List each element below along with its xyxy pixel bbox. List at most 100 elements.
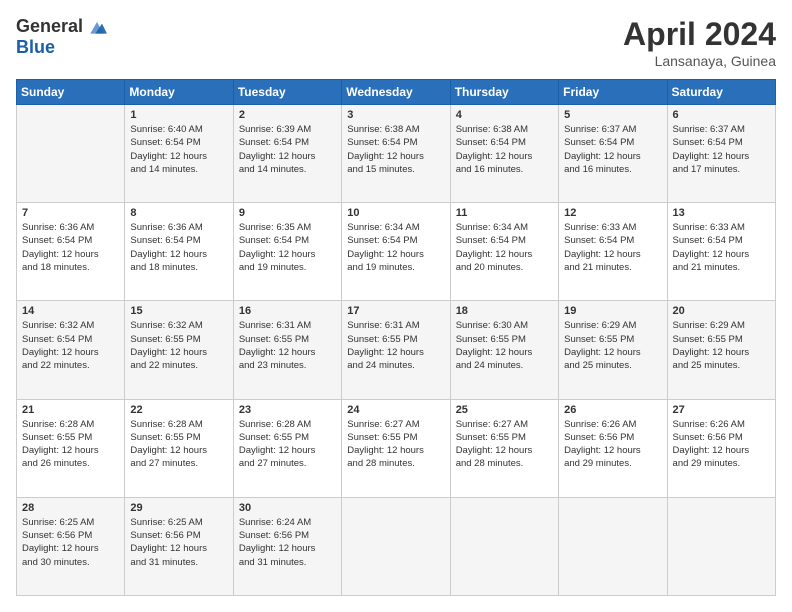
weekday-header-row: Sunday Monday Tuesday Wednesday Thursday… bbox=[17, 80, 776, 105]
table-row: 29 Sunrise: 6:25 AM Sunset: 6:56 PM Dayli… bbox=[125, 497, 233, 595]
header-thursday: Thursday bbox=[450, 80, 558, 105]
table-row: 7 Sunrise: 6:36 AM Sunset: 6:54 PM Daylig… bbox=[17, 203, 125, 301]
day-number: 25 bbox=[456, 404, 553, 416]
table-row: 17 Sunrise: 6:31 AM Sunset: 6:55 PM Dayli… bbox=[342, 301, 450, 399]
day-number: 6 bbox=[673, 109, 770, 121]
table-row: 1 Sunrise: 6:40 AM Sunset: 6:54 PM Daylig… bbox=[125, 105, 233, 203]
table-row: 2Sunrise: 6:39 AM Sunset: 6:54 PM Daylig… bbox=[233, 105, 341, 203]
table-row: 24Sunrise: 6:27 AM Sunset: 6:55 PM Dayli… bbox=[342, 399, 450, 497]
calendar-week-row: 7 Sunrise: 6:36 AM Sunset: 6:54 PM Daylig… bbox=[17, 203, 776, 301]
table-row: 4Sunrise: 6:38 AM Sunset: 6:54 PM Daylig… bbox=[450, 105, 558, 203]
table-row: 15Sunrise: 6:32 AM Sunset: 6:55 PM Dayli… bbox=[125, 301, 233, 399]
day-info: Sunrise: 6:38 AM Sunset: 6:54 PM Dayligh… bbox=[347, 123, 444, 176]
calendar-week-row: 1 Sunrise: 6:40 AM Sunset: 6:54 PM Daylig… bbox=[17, 105, 776, 203]
table-row: 11 Sunrise: 6:34 AM Sunset: 6:54 PM Dayli… bbox=[450, 203, 558, 301]
day-number: 24 bbox=[347, 404, 444, 416]
header-sunday: Sunday bbox=[17, 80, 125, 105]
day-info: Sunrise: 6:32 AM Sunset: 6:54 PM Dayligh… bbox=[22, 319, 119, 372]
table-row: 25 Sunrise: 6:27 AM Sunset: 6:55 PM Dayli… bbox=[450, 399, 558, 497]
day-number: 30 bbox=[239, 502, 336, 514]
day-number: 2 bbox=[239, 109, 336, 121]
day-info: Sunrise: 6:28 AM Sunset: 6:55 PM Dayligh… bbox=[22, 418, 119, 471]
day-info: Sunrise: 6:28 AM Sunset: 6:55 PM Dayligh… bbox=[239, 418, 336, 471]
day-info: Sunrise: 6:34 AM Sunset: 6:54 PM Dayligh… bbox=[456, 221, 553, 274]
day-number: 22 bbox=[130, 404, 227, 416]
day-info: Sunrise: 6:27 AM Sunset: 6:55 PM Dayligh… bbox=[456, 418, 553, 471]
table-row: 19 Sunrise: 6:29 AM Sunset: 6:55 PM Dayli… bbox=[559, 301, 667, 399]
day-number: 9 bbox=[239, 207, 336, 219]
day-number: 14 bbox=[22, 305, 119, 317]
table-row: 9Sunrise: 6:35 AM Sunset: 6:54 PM Daylig… bbox=[233, 203, 341, 301]
table-row bbox=[450, 497, 558, 595]
logo-icon bbox=[87, 17, 107, 37]
table-row: 22Sunrise: 6:28 AM Sunset: 6:55 PM Dayli… bbox=[125, 399, 233, 497]
day-info: Sunrise: 6:26 AM Sunset: 6:56 PM Dayligh… bbox=[673, 418, 770, 471]
day-number: 11 bbox=[456, 207, 553, 219]
table-row bbox=[342, 497, 450, 595]
table-row: 10 Sunrise: 6:34 AM Sunset: 6:54 PM Dayli… bbox=[342, 203, 450, 301]
table-row bbox=[17, 105, 125, 203]
day-info: Sunrise: 6:25 AM Sunset: 6:56 PM Dayligh… bbox=[130, 516, 227, 569]
day-info: Sunrise: 6:36 AM Sunset: 6:54 PM Dayligh… bbox=[22, 221, 119, 274]
logo: General Blue bbox=[16, 16, 107, 58]
header-tuesday: Tuesday bbox=[233, 80, 341, 105]
day-info: Sunrise: 6:37 AM Sunset: 6:54 PM Dayligh… bbox=[673, 123, 770, 176]
day-number: 20 bbox=[673, 305, 770, 317]
table-row: 8 Sunrise: 6:36 AM Sunset: 6:54 PM Daylig… bbox=[125, 203, 233, 301]
day-info: Sunrise: 6:38 AM Sunset: 6:54 PM Dayligh… bbox=[456, 123, 553, 176]
day-number: 19 bbox=[564, 305, 661, 317]
table-row: 27 Sunrise: 6:26 AM Sunset: 6:56 PM Dayli… bbox=[667, 399, 775, 497]
header-monday: Monday bbox=[125, 80, 233, 105]
day-number: 26 bbox=[564, 404, 661, 416]
header-saturday: Saturday bbox=[667, 80, 775, 105]
day-info: Sunrise: 6:31 AM Sunset: 6:55 PM Dayligh… bbox=[239, 319, 336, 372]
day-info: Sunrise: 6:33 AM Sunset: 6:54 PM Dayligh… bbox=[564, 221, 661, 274]
table-row: 5 Sunrise: 6:37 AM Sunset: 6:54 PM Daylig… bbox=[559, 105, 667, 203]
table-row: 30 Sunrise: 6:24 AM Sunset: 6:56 PM Dayli… bbox=[233, 497, 341, 595]
day-number: 8 bbox=[130, 207, 227, 219]
day-info: Sunrise: 6:34 AM Sunset: 6:54 PM Dayligh… bbox=[347, 221, 444, 274]
table-row bbox=[667, 497, 775, 595]
calendar-week-row: 14 Sunrise: 6:32 AM Sunset: 6:54 PM Dayli… bbox=[17, 301, 776, 399]
day-info: Sunrise: 6:36 AM Sunset: 6:54 PM Dayligh… bbox=[130, 221, 227, 274]
table-row: 13Sunrise: 6:33 AM Sunset: 6:54 PM Dayli… bbox=[667, 203, 775, 301]
day-info: Sunrise: 6:29 AM Sunset: 6:55 PM Dayligh… bbox=[673, 319, 770, 372]
logo-general-text: General bbox=[16, 16, 83, 37]
day-number: 17 bbox=[347, 305, 444, 317]
title-area: April 2024 Lansanaya, Guinea bbox=[623, 16, 776, 69]
day-number: 5 bbox=[564, 109, 661, 121]
day-info: Sunrise: 6:24 AM Sunset: 6:56 PM Dayligh… bbox=[239, 516, 336, 569]
day-info: Sunrise: 6:31 AM Sunset: 6:55 PM Dayligh… bbox=[347, 319, 444, 372]
day-number: 7 bbox=[22, 207, 119, 219]
table-row: 3Sunrise: 6:38 AM Sunset: 6:54 PM Daylig… bbox=[342, 105, 450, 203]
day-number: 28 bbox=[22, 502, 119, 514]
table-row: 20 Sunrise: 6:29 AM Sunset: 6:55 PM Dayli… bbox=[667, 301, 775, 399]
page: General Blue April 2024 Lansanaya, Guine… bbox=[0, 0, 792, 612]
day-number: 15 bbox=[130, 305, 227, 317]
day-number: 13 bbox=[673, 207, 770, 219]
day-number: 23 bbox=[239, 404, 336, 416]
table-row bbox=[559, 497, 667, 595]
table-row: 23 Sunrise: 6:28 AM Sunset: 6:55 PM Dayli… bbox=[233, 399, 341, 497]
table-row: 28 Sunrise: 6:25 AM Sunset: 6:56 PM Dayli… bbox=[17, 497, 125, 595]
day-info: Sunrise: 6:29 AM Sunset: 6:55 PM Dayligh… bbox=[564, 319, 661, 372]
calendar-week-row: 28 Sunrise: 6:25 AM Sunset: 6:56 PM Dayli… bbox=[17, 497, 776, 595]
day-number: 12 bbox=[564, 207, 661, 219]
day-number: 10 bbox=[347, 207, 444, 219]
day-info: Sunrise: 6:37 AM Sunset: 6:54 PM Dayligh… bbox=[564, 123, 661, 176]
month-title: April 2024 bbox=[623, 16, 776, 53]
table-row: 12 Sunrise: 6:33 AM Sunset: 6:54 PM Dayli… bbox=[559, 203, 667, 301]
day-info: Sunrise: 6:40 AM Sunset: 6:54 PM Dayligh… bbox=[130, 123, 227, 176]
table-row: 6 Sunrise: 6:37 AM Sunset: 6:54 PM Daylig… bbox=[667, 105, 775, 203]
day-info: Sunrise: 6:25 AM Sunset: 6:56 PM Dayligh… bbox=[22, 516, 119, 569]
day-number: 27 bbox=[673, 404, 770, 416]
day-info: Sunrise: 6:30 AM Sunset: 6:55 PM Dayligh… bbox=[456, 319, 553, 372]
day-number: 1 bbox=[130, 109, 227, 121]
logo-blue-text: Blue bbox=[16, 37, 55, 58]
header: General Blue April 2024 Lansanaya, Guine… bbox=[16, 16, 776, 69]
table-row: 16Sunrise: 6:31 AM Sunset: 6:55 PM Dayli… bbox=[233, 301, 341, 399]
table-row: 14 Sunrise: 6:32 AM Sunset: 6:54 PM Dayli… bbox=[17, 301, 125, 399]
day-number: 29 bbox=[130, 502, 227, 514]
location-subtitle: Lansanaya, Guinea bbox=[623, 53, 776, 69]
calendar-table: Sunday Monday Tuesday Wednesday Thursday… bbox=[16, 79, 776, 596]
